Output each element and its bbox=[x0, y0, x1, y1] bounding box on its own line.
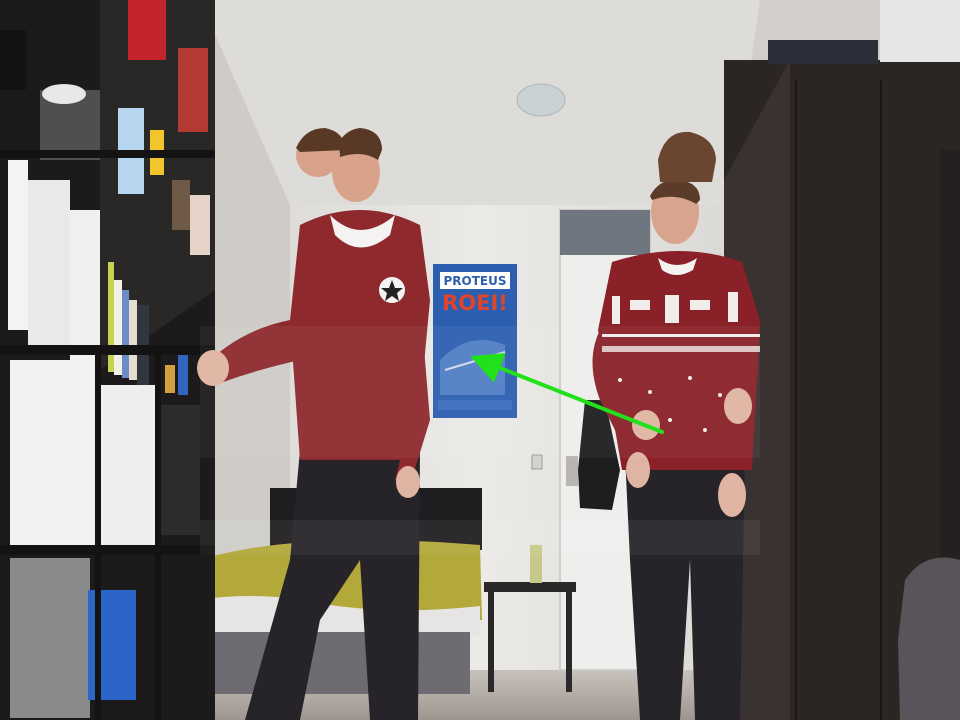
poster-line1: PROTEUS bbox=[443, 274, 506, 288]
bookshelf bbox=[0, 0, 215, 720]
video-frame: PROTEUS ROEI! bbox=[0, 0, 960, 720]
armchair bbox=[898, 557, 960, 720]
door-handle bbox=[566, 456, 578, 486]
ceiling-lamp bbox=[516, 83, 566, 117]
scene-illustration: PROTEUS ROEI! bbox=[0, 0, 960, 720]
poster-line2: ROEI! bbox=[442, 291, 508, 315]
frame-glitch-band-2 bbox=[200, 520, 760, 555]
frame-glitch-band bbox=[200, 326, 760, 458]
door-transom bbox=[560, 210, 650, 255]
